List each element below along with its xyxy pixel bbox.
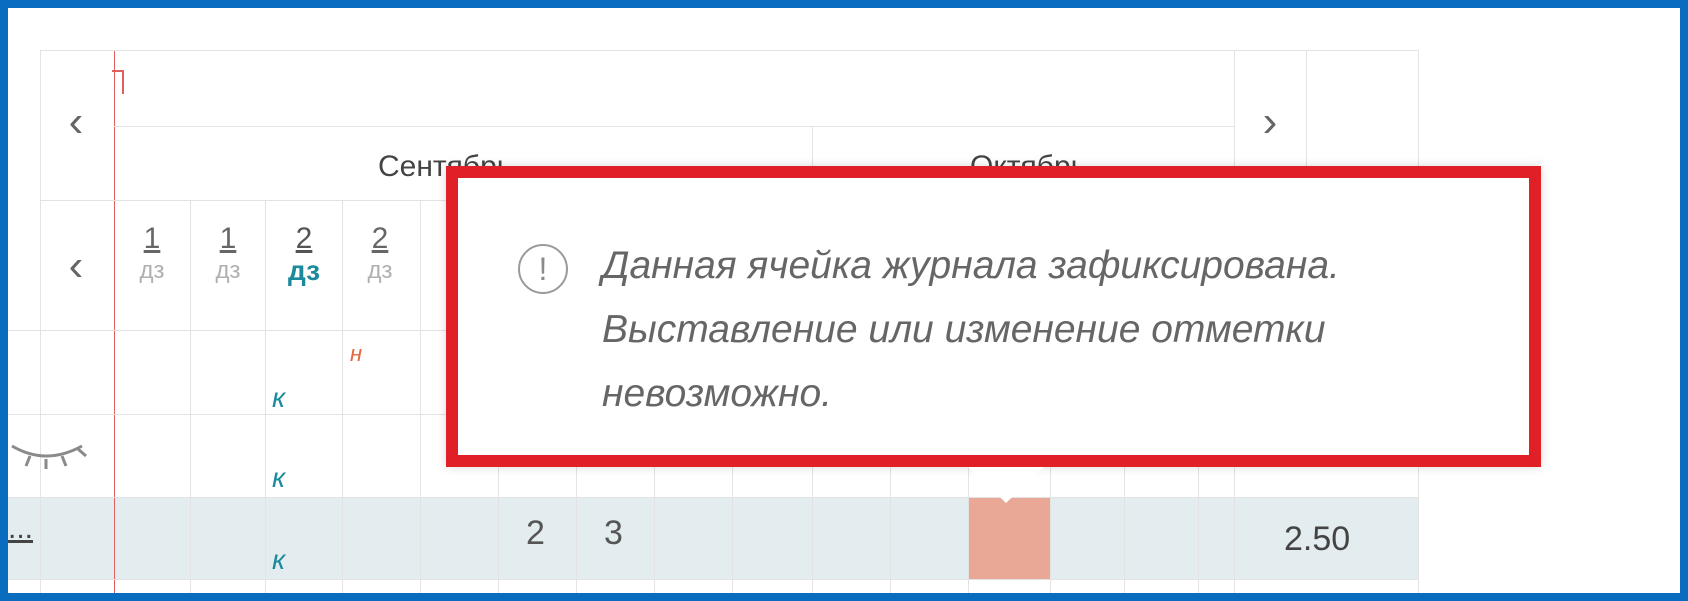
- prev-period-arrow[interactable]: ‹: [56, 100, 96, 144]
- lesson-type: дз: [367, 257, 393, 284]
- info-icon: !: [518, 244, 568, 294]
- prev-lessons-arrow[interactable]: ‹: [56, 244, 96, 288]
- today-marker: [112, 70, 124, 94]
- next-period-arrow[interactable]: ›: [1250, 100, 1290, 144]
- lesson-type: дз: [215, 257, 241, 284]
- lesson-number: 2: [371, 222, 389, 255]
- average-grade: 2.50: [1284, 520, 1351, 558]
- lesson-type: дз: [287, 255, 321, 286]
- lesson-type: дз: [139, 257, 165, 284]
- student-name-link[interactable]: ...: [8, 512, 33, 546]
- tooltip-message: Данная ячейка журнала зафиксирована. Выс…: [602, 244, 1340, 415]
- lesson-header[interactable]: 1 дз: [204, 222, 252, 286]
- lesson-header-active[interactable]: 2 дз: [280, 222, 328, 286]
- lesson-header[interactable]: 1 дз: [128, 222, 176, 286]
- lesson-header[interactable]: 2 дз: [356, 222, 404, 286]
- absence-mark-k[interactable]: к: [272, 384, 285, 412]
- locked-cell-tooltip: ! Данная ячейка журнала зафиксирована. В…: [446, 166, 1541, 467]
- absence-mark-k[interactable]: к: [272, 546, 285, 574]
- lesson-number: 1: [143, 222, 161, 255]
- eye-closed-icon[interactable]: [10, 436, 94, 472]
- tooltip-pointer: [968, 467, 1044, 503]
- lesson-number: 1: [219, 222, 237, 255]
- grade-mark[interactable]: 2: [526, 516, 545, 550]
- absence-mark-n[interactable]: н: [350, 343, 362, 365]
- locked-cell[interactable]: [968, 497, 1050, 579]
- lesson-number: 2: [295, 222, 313, 255]
- grade-mark[interactable]: 3: [604, 516, 623, 550]
- absence-mark-k[interactable]: к: [272, 464, 285, 492]
- selected-student-row: [8, 497, 1418, 579]
